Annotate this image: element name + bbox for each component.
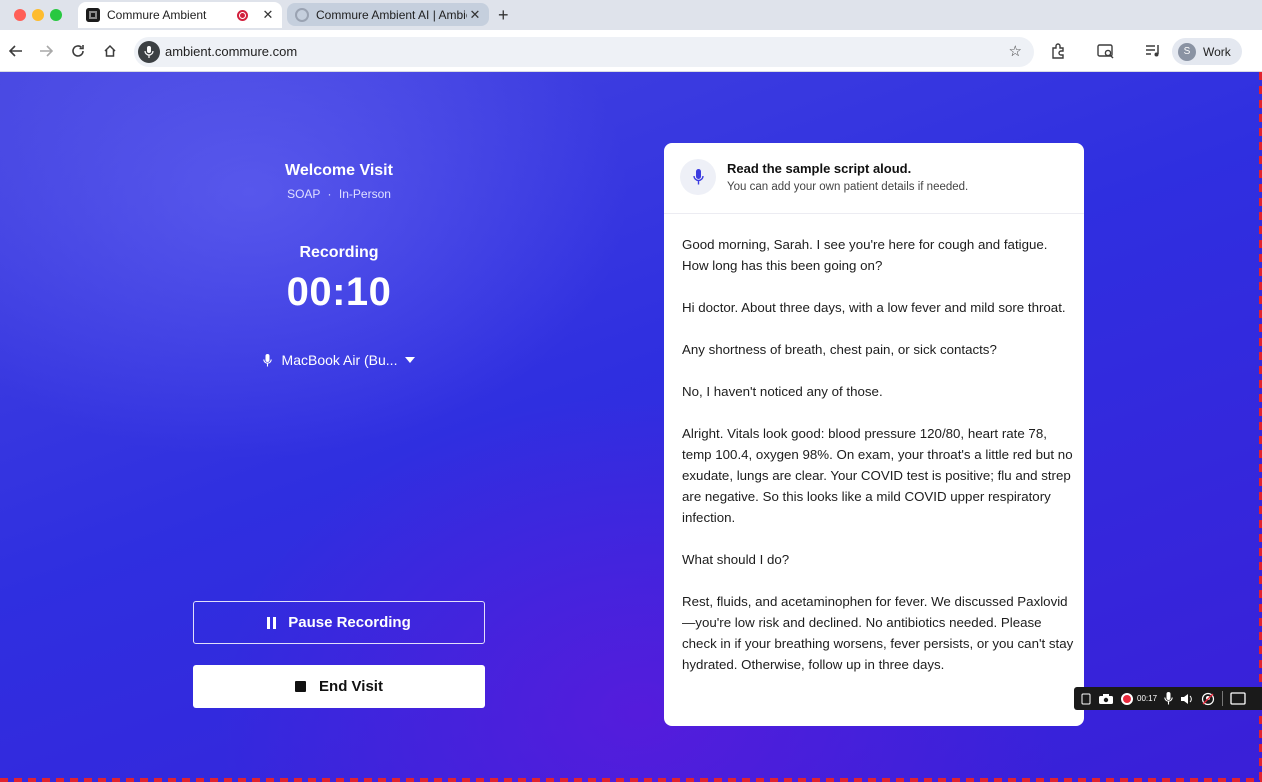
close-tab-icon[interactable]: ✕ [467, 7, 483, 23]
pause-recording-button[interactable]: Pause Recording [193, 601, 485, 644]
script-paragraph: Hi doctor. About three days, with a low … [682, 300, 1066, 315]
capture-border [0, 778, 1262, 782]
url-text: ambient.commure.com [165, 44, 298, 59]
recording-status: Recording [299, 244, 379, 261]
end-visit-button[interactable]: End Visit [193, 665, 485, 708]
pause-label: Pause Recording [288, 614, 411, 631]
visit-title: Welcome Visit [285, 162, 393, 179]
tab-commure-ambient-ai[interactable]: Commure Ambient AI | Ambie ✕ [287, 3, 489, 26]
avatar: S [1178, 42, 1196, 61]
reload-icon[interactable] [67, 40, 89, 62]
window-capture-icon[interactable] [1230, 692, 1246, 705]
microphone-permission-icon[interactable] [138, 41, 160, 63]
visit-type: In-Person [338, 187, 391, 201]
forward-arrow-icon[interactable] [35, 40, 57, 62]
visit-meta: SOAP · In-Person [193, 187, 485, 201]
microphone-select[interactable]: MacBook Air (Bu... [193, 352, 485, 368]
recording-indicator-icon [237, 9, 248, 21]
commure-favicon-icon [86, 8, 100, 22]
profile-button[interactable]: S Work [1172, 38, 1242, 65]
window-close-button[interactable] [14, 9, 26, 21]
media-controls-icon[interactable] [1144, 42, 1162, 60]
new-tab-button[interactable]: + [498, 5, 509, 26]
tab-title: Commure Ambient AI | Ambie [316, 7, 467, 22]
back-arrow-icon[interactable] [5, 40, 27, 62]
pause-icon [267, 616, 277, 629]
microphone-name: MacBook Air (Bu... [281, 352, 398, 368]
tab-commure-ambient[interactable]: Commure Ambient ✕ [78, 2, 282, 28]
stop-icon [295, 681, 307, 692]
script-paragraph: Rest, fluids, and acetaminophen for feve… [682, 594, 1074, 672]
microphone-icon [680, 159, 716, 195]
window-zoom-button[interactable] [50, 9, 62, 21]
browser-toolbar: ambient.commure.com ☆ S Work [0, 30, 1262, 72]
camera-icon[interactable] [1098, 693, 1114, 705]
loading-favicon-icon [295, 7, 309, 22]
bookmark-star-icon[interactable]: ☆ [1009, 42, 1022, 60]
speaker-icon[interactable] [1180, 693, 1194, 705]
meta-separator: · [327, 187, 332, 201]
chevron-down-icon [405, 357, 416, 363]
recorder-menu-icon[interactable] [1081, 693, 1091, 705]
home-icon[interactable] [99, 40, 121, 62]
end-label: End Visit [319, 678, 383, 695]
sample-script-text: Good morning, Sarah. I see you're here f… [682, 234, 1074, 696]
recorder-elapsed: 00:17 [1137, 694, 1158, 703]
microphone-icon [262, 353, 272, 366]
divider [1222, 691, 1224, 706]
script-card-title: Read the sample script aloud. [727, 161, 912, 176]
app-page: Welcome Visit SOAP · In-Person Recording… [0, 72, 1262, 782]
webcam-off-icon[interactable] [1201, 692, 1215, 706]
sample-script-card: Read the sample script aloud. You can ad… [664, 143, 1084, 726]
profile-label: Work [1203, 44, 1231, 59]
microphone-icon[interactable] [1164, 692, 1173, 705]
tab-title: Commure Ambient [107, 8, 207, 22]
address-bar[interactable]: ambient.commure.com ☆ [134, 37, 1034, 67]
browser-tab-bar: Commure Ambient ✕ Commure Ambient AI | A… [0, 0, 1262, 30]
script-paragraph: What should I do? [682, 552, 790, 567]
script-paragraph: No, I haven't noticed any of those. [682, 384, 883, 399]
script-paragraph: Alright. Vitals look good: blood pressur… [682, 426, 1073, 525]
window-minimize-button[interactable] [32, 9, 44, 21]
tab-search-icon[interactable] [1097, 42, 1115, 60]
recording-timer: 00:10 [286, 270, 392, 314]
script-card-header: Read the sample script aloud. You can ad… [664, 143, 1084, 214]
script-paragraph: Good morning, Sarah. I see you're here f… [682, 237, 1048, 273]
screen-recorder-toolbar: 00:17 [1074, 687, 1262, 710]
script-card-subtitle: You can add your own patient details if … [727, 181, 969, 193]
script-paragraph: Any shortness of breath, chest pain, or … [682, 342, 997, 357]
note-type: SOAP [287, 187, 321, 201]
close-tab-icon[interactable]: ✕ [260, 7, 276, 23]
record-stop-icon[interactable] [1121, 692, 1133, 705]
extensions-puzzle-icon[interactable] [1050, 42, 1068, 60]
